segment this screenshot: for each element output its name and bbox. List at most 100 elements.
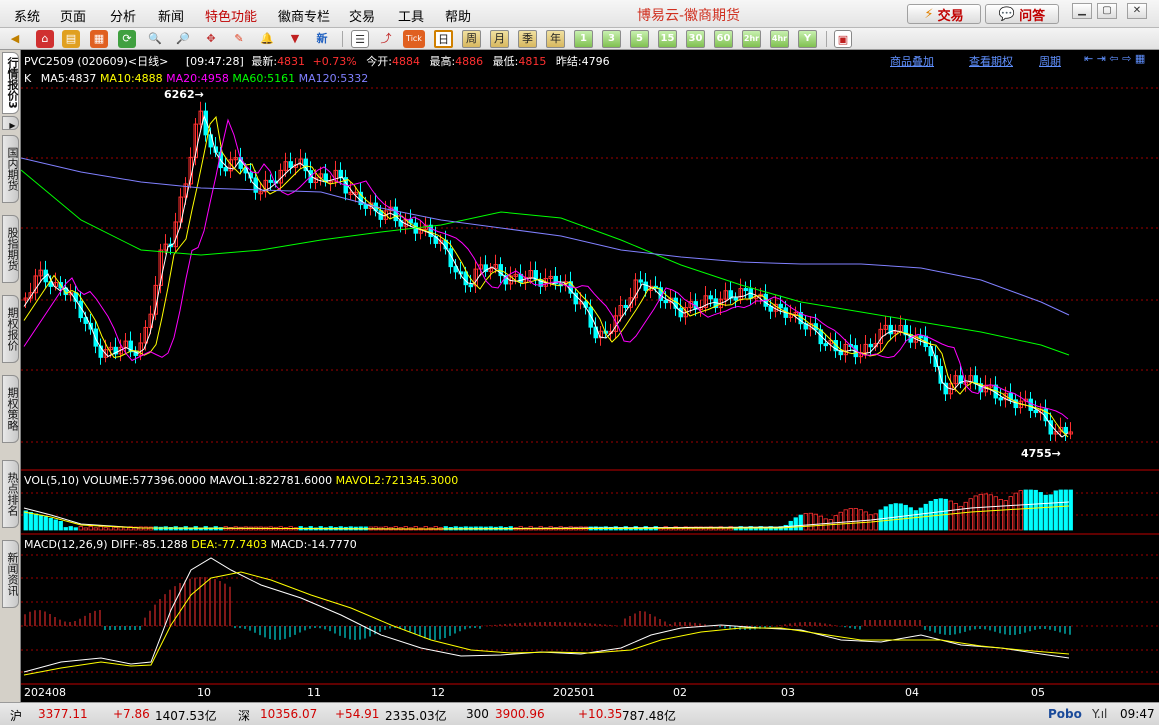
indicator-panel-icon[interactable]: ▣ xyxy=(834,30,852,48)
chart-nav-icons[interactable]: ⇤ ⇥ ⇦ ⇨ ▦ xyxy=(1084,52,1145,65)
x-axis-label: 202408 xyxy=(24,686,66,699)
sz-index-label: 深 xyxy=(238,709,251,723)
quote-header: PVC2509 (020609)<日线> [09:47:28] 最新:4831 … xyxy=(24,53,610,69)
candle-body xyxy=(743,288,748,292)
tab-quote-board[interactable]: 行情报价3 xyxy=(2,52,19,114)
refresh-icon[interactable]: ⟳ xyxy=(118,30,136,48)
high-annotation-value: 6262 xyxy=(164,88,195,101)
ma10-value: MA10:4888 xyxy=(99,72,163,85)
x-axis-label: 05 xyxy=(1031,686,1045,699)
table-view-icon[interactable]: ☰ xyxy=(351,30,369,48)
volume-bar xyxy=(793,517,798,531)
tick-chart-button[interactable]: Tick xyxy=(403,30,425,48)
volume-bar xyxy=(818,515,823,531)
kline-chart-svg[interactable] xyxy=(21,50,1159,702)
filter-funnel-icon[interactable]: ▼ xyxy=(286,30,304,48)
zoom-out-icon[interactable]: 🔎 xyxy=(174,30,192,48)
volume-bar xyxy=(38,514,43,531)
alarm-bell-icon[interactable]: 🔔 xyxy=(258,30,276,48)
period-15min-button[interactable]: 15 xyxy=(658,30,677,48)
period-month-button[interactable]: 月 xyxy=(490,30,509,48)
high-price: 4886 xyxy=(455,55,484,68)
menu-tools[interactable]: 工具 xyxy=(398,6,424,25)
volume-bar xyxy=(803,513,808,531)
volume-bar xyxy=(383,526,388,531)
period-1min-button[interactable]: 1 xyxy=(574,30,593,48)
candle-body xyxy=(588,306,593,328)
new-badge-icon[interactable]: 新 xyxy=(313,30,331,48)
report-icon[interactable]: ▦ xyxy=(90,30,108,48)
tab-option-quotes[interactable]: 期权报价 xyxy=(2,295,19,363)
volume-indicator-label: VOL(5,10) xyxy=(24,474,80,487)
menu-news[interactable]: 新闻 xyxy=(158,6,184,25)
period-60min-button[interactable]: 60 xyxy=(714,30,733,48)
period-day-button[interactable]: 日 xyxy=(434,30,453,48)
home-icon[interactable]: ⌂ xyxy=(36,30,54,48)
period-2hr-button[interactable]: 2hr xyxy=(742,30,761,48)
kline-chart-area[interactable]: PVC2509 (020609)<日线> [09:47:28] 最新:4831 … xyxy=(21,50,1159,702)
volume-bar xyxy=(948,500,953,531)
volume-bar xyxy=(983,493,988,531)
volume-bar xyxy=(968,498,973,531)
period-3min-button[interactable]: 3 xyxy=(602,30,621,48)
volume-bar xyxy=(1008,496,1013,531)
period-quarter-button[interactable]: 季 xyxy=(518,30,537,48)
ma-header: K MA5:4837 MA10:4888 MA20:4958 MA60:5161… xyxy=(24,72,368,85)
trade-button[interactable]: ⚡ 交易 xyxy=(907,4,981,24)
toolbar-separator xyxy=(826,31,827,47)
volume-bar xyxy=(953,503,958,531)
crosshair-icon[interactable]: ✥ xyxy=(202,30,220,48)
ask-button[interactable]: 💬 问答 xyxy=(985,4,1059,24)
volume-bar xyxy=(58,520,63,531)
menu-page[interactable]: 页面 xyxy=(60,6,86,25)
period-week-button[interactable]: 周 xyxy=(462,30,481,48)
x-axis-label: 03 xyxy=(781,686,795,699)
maximize-button[interactable]: ▢ xyxy=(1097,3,1117,19)
menu-special-features[interactable]: 特色功能 xyxy=(205,6,257,25)
period-year-button[interactable]: 年 xyxy=(546,30,565,48)
menu-huishang-column[interactable]: 徽商专栏 xyxy=(278,6,330,25)
close-button[interactable]: ✕ xyxy=(1127,3,1147,19)
period-5min-button[interactable]: 5 xyxy=(630,30,649,48)
watchlist-icon[interactable]: ▤ xyxy=(62,30,80,48)
line-chart-icon[interactable]: ⤴ xyxy=(377,30,395,48)
hs300-change: +10.35 xyxy=(578,707,623,721)
period-30min-button[interactable]: 30 xyxy=(686,30,705,48)
zoom-in-icon[interactable]: 🔍 xyxy=(146,30,164,48)
volume-bar xyxy=(813,513,818,531)
back-arrow-icon[interactable]: ◀ xyxy=(6,30,24,48)
cycle-link[interactable]: 周期 xyxy=(1039,53,1061,69)
tab-expand-arrow[interactable]: ▶ xyxy=(2,116,19,130)
tab-option-strategy[interactable]: 期权策略 xyxy=(2,375,19,443)
volume-bar xyxy=(403,526,408,531)
volume-bar xyxy=(33,513,38,531)
menu-trade[interactable]: 交易 xyxy=(349,6,375,25)
tab-domestic-futures[interactable]: 国内期货 xyxy=(2,135,19,203)
ma5-value: MA5:4837 xyxy=(40,72,97,85)
x-axis-label: 12 xyxy=(431,686,445,699)
volume-bar xyxy=(63,527,68,531)
minimize-button[interactable]: ▁ xyxy=(1072,3,1092,19)
period-custom-button[interactable]: Y xyxy=(798,30,817,48)
overlay-commodity-link[interactable]: 商品叠加 xyxy=(890,53,934,69)
hs300-amount: 787.48亿 xyxy=(622,709,676,723)
tab-index-futures[interactable]: 股指期货 xyxy=(2,215,19,283)
candle-body xyxy=(918,335,923,339)
status-bar: 沪 3377.11 +7.86 1407.53亿 深 10356.07 +54.… xyxy=(0,702,1159,725)
macd-diff-line xyxy=(23,557,1070,673)
menu-analysis[interactable]: 分析 xyxy=(110,6,136,25)
menu-system[interactable]: 系统 xyxy=(14,6,40,25)
draw-pen-icon[interactable]: ✎ xyxy=(230,30,248,48)
tab-hot-ranking[interactable]: 热点排名 xyxy=(2,460,19,528)
tab-news[interactable]: 新闻资讯 xyxy=(2,540,19,608)
ma20-value: MA20:4958 xyxy=(166,72,229,85)
volume-bar xyxy=(73,527,78,531)
view-options-link[interactable]: 查看期权 xyxy=(969,53,1013,69)
volume-bar xyxy=(963,501,968,531)
menu-help[interactable]: 帮助 xyxy=(445,6,471,25)
period-4hr-button[interactable]: 4hr xyxy=(770,30,789,48)
volume-bar xyxy=(848,508,853,531)
sz-index-change: +54.91 xyxy=(335,707,380,721)
volume-bar xyxy=(918,507,923,531)
candle-body xyxy=(268,179,273,183)
